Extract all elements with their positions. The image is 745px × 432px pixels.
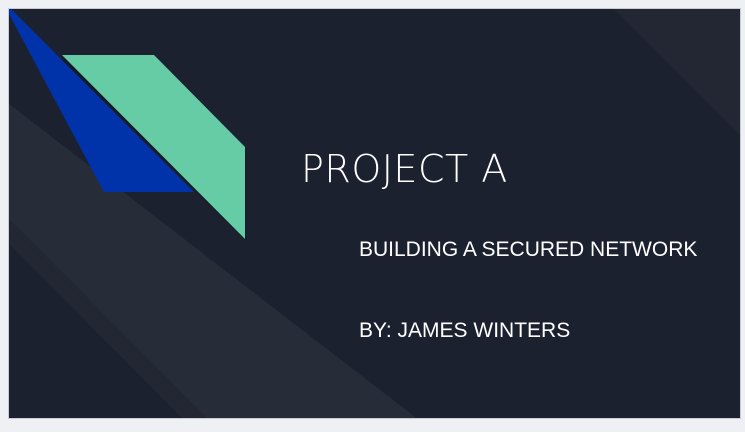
slide-author: BY: JAMES WINTERS xyxy=(359,319,571,342)
slide-title: PROJECT A xyxy=(301,147,508,191)
slide-background-graphic xyxy=(9,9,740,418)
slide-subtitle: BUILDING A SECURED NETWORK xyxy=(359,238,698,261)
top-right-diagonal-band xyxy=(614,9,740,135)
slide-canvas: PROJECT A BUILDING A SECURED NETWORK BY:… xyxy=(8,8,741,419)
